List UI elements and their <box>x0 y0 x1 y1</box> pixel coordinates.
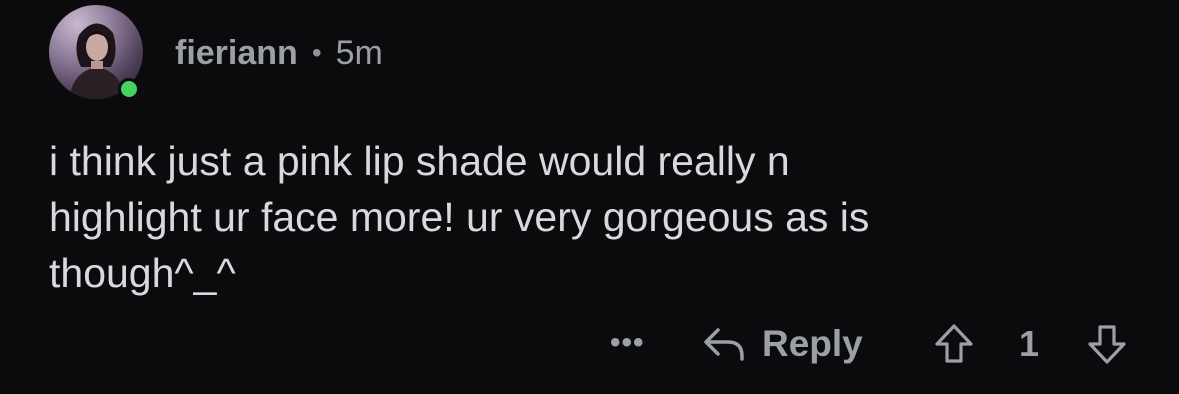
meta-separator: • <box>311 37 322 68</box>
reply-arrow-icon <box>704 328 744 361</box>
upvote-arrow-icon <box>935 324 973 363</box>
upvote-button[interactable] <box>932 318 976 370</box>
more-options-button[interactable]: ••• <box>610 326 645 360</box>
comment: fieriann • 5m i think just a pink lip sh… <box>0 0 1179 394</box>
vote-score: 1 <box>1019 323 1040 364</box>
reply-button[interactable]: Reply <box>702 318 863 370</box>
online-status-indicator <box>118 78 140 100</box>
comment-body: i think just a pink lip shade would real… <box>49 138 870 296</box>
username-link[interactable]: fieriann <box>175 34 298 73</box>
comment-actions: ••• Reply 1 <box>0 318 1179 370</box>
comment-timestamp: 5m <box>335 33 383 72</box>
comment-meta: fieriann • 5m <box>175 30 383 76</box>
downvote-button[interactable] <box>1085 318 1129 370</box>
downvote-arrow-icon <box>1088 325 1126 364</box>
reply-label: Reply <box>762 323 863 364</box>
